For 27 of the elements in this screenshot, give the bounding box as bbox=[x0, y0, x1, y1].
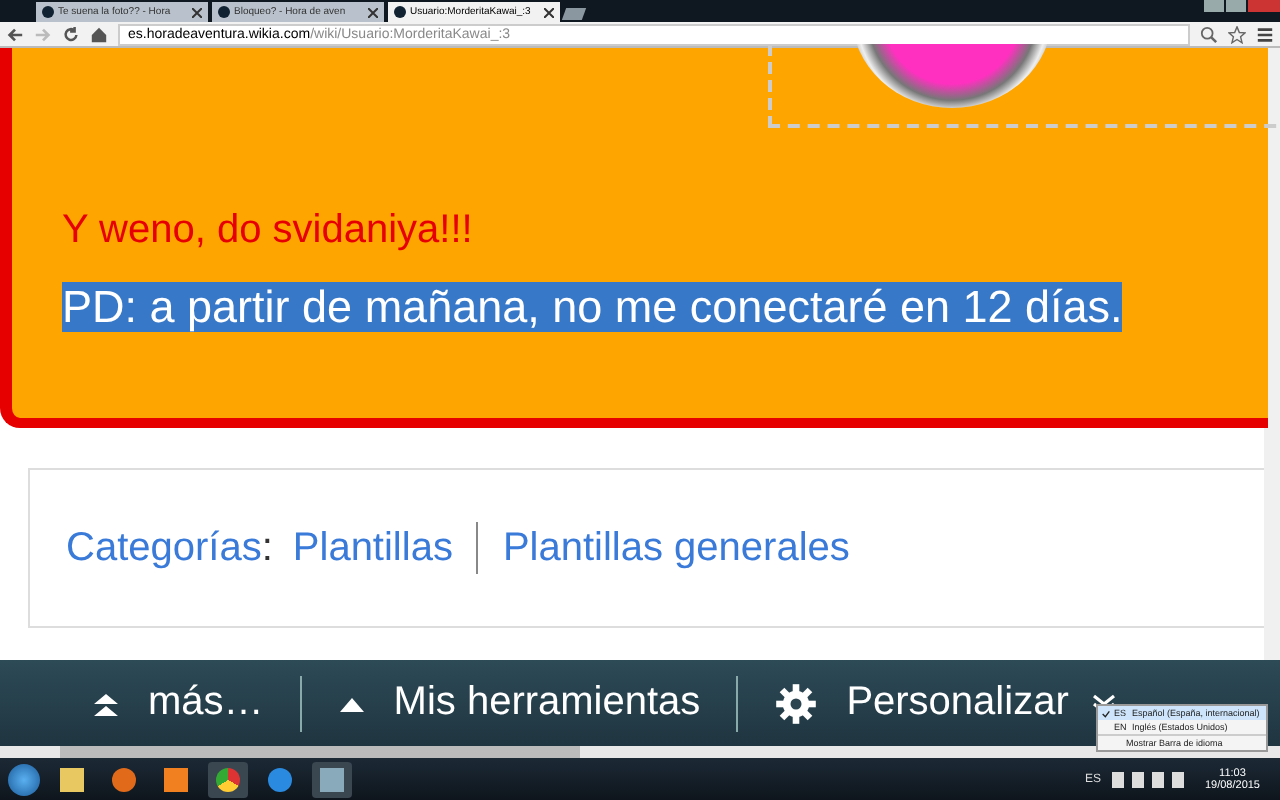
site-icon bbox=[394, 6, 406, 18]
site-icon bbox=[218, 6, 230, 18]
categories-label[interactable]: Categorías bbox=[66, 525, 262, 571]
checkmark-icon bbox=[1102, 709, 1110, 717]
colon-text: : bbox=[261, 525, 273, 571]
up-arrow-icon bbox=[337, 693, 366, 713]
star-icon[interactable] bbox=[1228, 25, 1246, 43]
category-link[interactable]: Plantillas generales bbox=[502, 525, 850, 571]
double-up-arrow-icon bbox=[92, 689, 120, 717]
back-icon[interactable] bbox=[6, 25, 24, 43]
menu-icon[interactable] bbox=[1256, 25, 1274, 43]
close-icon[interactable] bbox=[192, 7, 202, 17]
close-icon[interactable] bbox=[544, 7, 554, 17]
zoom-icon[interactable] bbox=[1200, 25, 1218, 43]
toolbar-button[interactable]: más… bbox=[76, 680, 280, 726]
farewell-text: Y weno, do svidaniya!!! bbox=[62, 208, 475, 254]
site-icon bbox=[42, 6, 54, 18]
toolbar-button[interactable]: Personalizar bbox=[758, 680, 1085, 726]
selected-text: PD: a partir de mañana, no me conectaré en 12 días. bbox=[62, 282, 1123, 332]
gear-icon bbox=[774, 681, 819, 725]
category-link[interactable]: Plantillas bbox=[292, 525, 453, 571]
close-icon[interactable] bbox=[368, 7, 378, 17]
new-tab-button[interactable] bbox=[561, 8, 587, 20]
reload-icon[interactable] bbox=[62, 25, 80, 43]
scrollbar-thumb[interactable] bbox=[60, 746, 580, 758]
toolbar-button[interactable]: Mis herramientas bbox=[321, 680, 717, 726]
start-button[interactable] bbox=[8, 763, 40, 795]
